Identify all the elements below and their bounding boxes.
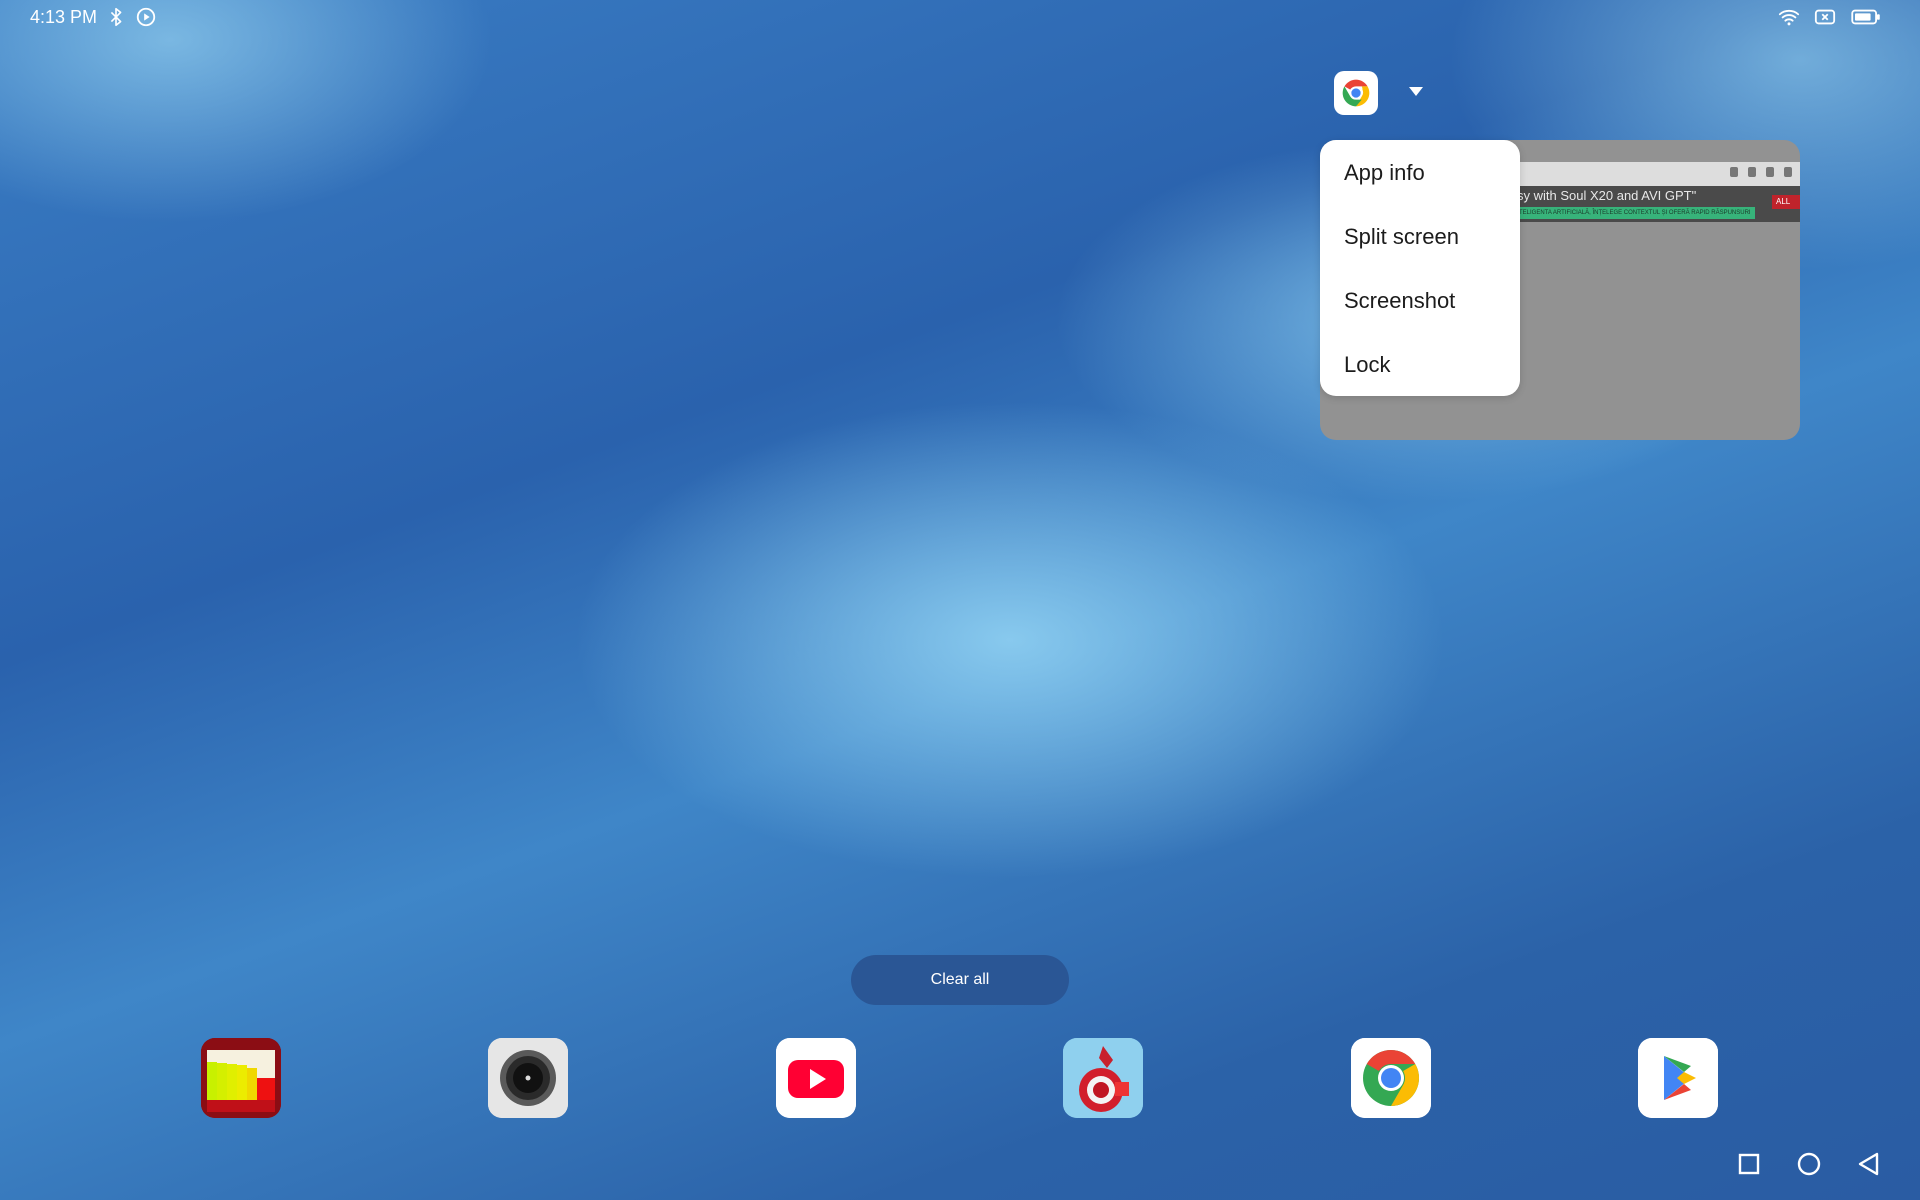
clear-all-button[interactable]: Clear all (851, 955, 1069, 1005)
game-app-icon[interactable] (1063, 1038, 1143, 1118)
thumbnail-headline: sy with Soul X20 and AVI GPT" (1517, 188, 1697, 203)
thumbnail-badge: ALL (1772, 195, 1800, 209)
home-icon[interactable] (1795, 1150, 1823, 1178)
bluetooth-icon (105, 6, 127, 28)
menu-item-screenshot[interactable]: Screenshot (1344, 288, 1455, 314)
menu-item-app-info[interactable]: App info (1344, 160, 1425, 186)
youtube-app-icon[interactable] (776, 1038, 856, 1118)
task-context-menu: App info Split screen Screenshot Lock (1320, 140, 1520, 396)
camera-app-icon[interactable] (488, 1038, 568, 1118)
chrome-app-icon[interactable] (1351, 1038, 1431, 1118)
status-left: 4:13 PM (30, 6, 157, 28)
wifi-icon (1778, 6, 1800, 28)
chevron-down-icon[interactable] (1406, 83, 1426, 99)
play-store-app-icon[interactable] (1638, 1038, 1718, 1118)
back-icon[interactable] (1855, 1150, 1883, 1178)
signal-meter-app-icon[interactable] (201, 1038, 281, 1118)
status-time: 4:13 PM (30, 6, 98, 27)
task-app-icon-chrome[interactable] (1334, 71, 1378, 115)
menu-item-lock[interactable]: Lock (1344, 352, 1390, 378)
battery-icon (1850, 6, 1882, 28)
menu-item-split-screen[interactable]: Split screen (1344, 224, 1459, 250)
thumbnail-subline: TELIGENTA ARTIFICIALĂ, ÎNȚELEGE CONTEXTU… (1517, 207, 1755, 219)
status-right (1778, 6, 1882, 28)
status-bar: 4:13 PM (0, 0, 1920, 36)
media-play-icon (135, 6, 157, 28)
recents-icon[interactable] (1735, 1150, 1763, 1178)
no-sim-icon (1814, 6, 1836, 28)
chrome-icon (1340, 77, 1372, 109)
